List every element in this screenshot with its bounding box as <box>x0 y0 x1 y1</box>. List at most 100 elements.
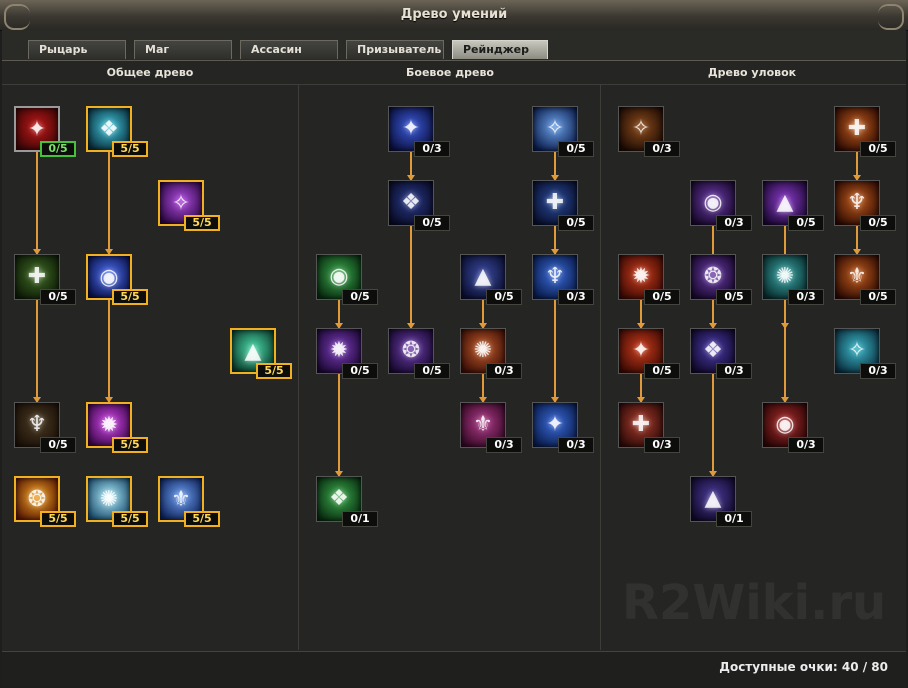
skill-level-t10: 0/5 <box>644 363 680 379</box>
skill-connector <box>551 300 559 403</box>
skill-tree-window: Древо умений Рыцарь Маг Ассасин Призыват… <box>0 0 908 688</box>
skill-level-g11: 5/5 <box>184 511 220 527</box>
column-divider <box>298 85 299 650</box>
teal-orb-icon: ✺ <box>775 264 795 289</box>
header-divider <box>2 84 906 85</box>
watermark: R2Wiki.ru <box>622 575 887 631</box>
skill-level-c6: 0/5 <box>486 289 522 305</box>
green-cross-icon: ✚ <box>27 264 47 289</box>
bow-fire-icon: ✚ <box>847 116 867 141</box>
skill-connector <box>33 152 41 255</box>
violet-crest3-icon: ▲ <box>704 486 722 511</box>
skill-level-g3: 5/5 <box>184 215 220 231</box>
skill-level-t1: 0/3 <box>644 141 680 157</box>
green-anvil-icon: ▲ <box>244 339 262 364</box>
blue-spear-icon: ♆ <box>545 264 565 289</box>
skill-level-t11: 0/3 <box>716 363 752 379</box>
red-claw-icon: ◉ <box>775 412 795 437</box>
green-orb-icon: ◉ <box>329 264 349 289</box>
skill-connector <box>709 374 717 477</box>
skill-level-c7: 0/3 <box>558 289 594 305</box>
column-divider <box>600 85 601 650</box>
skill-level-c12: 0/3 <box>558 437 594 453</box>
skill-level-g10: 5/5 <box>112 511 148 527</box>
blue-burst-icon: ✦ <box>401 116 421 141</box>
blue-sigil-icon: ❖ <box>401 190 421 215</box>
skill-connector <box>335 374 343 477</box>
skill-connector <box>781 300 789 403</box>
skill-connector <box>551 226 559 255</box>
cyan-figure-icon: ❖ <box>99 117 119 142</box>
skill-level-g7: 0/5 <box>40 437 76 453</box>
tab-summoner[interactable]: Призыватель <box>346 40 444 59</box>
skill-level-g1: 0/5 <box>40 141 76 157</box>
class-tabs: Рыцарь Маг Ассасин Призыватель Рейнджер <box>2 30 906 61</box>
blue-spear2-icon: ✦ <box>545 412 565 437</box>
skill-level-g9: 5/5 <box>40 511 76 527</box>
bow-fire2-icon: ♆ <box>847 190 867 215</box>
skill-connector <box>33 300 41 403</box>
window-title: Древо умений <box>400 7 508 22</box>
fire-emblem-icon: ❂ <box>27 487 47 512</box>
bow-fire3-icon: ⚜ <box>847 264 867 289</box>
orange-tree-icon: ✺ <box>473 338 493 363</box>
skill-level-g4: 0/5 <box>40 289 76 305</box>
tab-knight[interactable]: Рыцарь <box>28 40 126 59</box>
skill-connector <box>479 300 487 329</box>
red-arrow-icon: ✹ <box>631 264 651 289</box>
skill-level-t9: 0/5 <box>860 289 896 305</box>
pink-orb-icon: ✹ <box>99 413 119 438</box>
skill-level-t7: 0/5 <box>716 289 752 305</box>
blue-tree-icon: ▲ <box>474 264 492 289</box>
violet-crest2-icon: ❖ <box>703 338 723 363</box>
skill-connector <box>479 374 487 403</box>
violet-orb-icon: ❂ <box>703 264 723 289</box>
title-bar[interactable]: Древо умений <box>0 0 908 31</box>
tricks-tree-title: Древо уловок <box>707 66 797 79</box>
skill-level-t12: 0/3 <box>860 363 896 379</box>
green-orb2-icon: ❖ <box>329 486 349 511</box>
skill-level-g8: 5/5 <box>112 437 148 453</box>
skill-level-t2: 0/5 <box>860 141 896 157</box>
boot-icon: ✧ <box>631 116 651 141</box>
violet-rune-icon: ✹ <box>329 338 349 363</box>
red-figure-icon: ✦ <box>27 117 47 142</box>
tab-mage[interactable]: Маг <box>134 40 232 59</box>
skill-level-t5: 0/5 <box>860 215 896 231</box>
violet-crest-icon: ◉ <box>703 190 723 215</box>
red-arrow3-icon: ✚ <box>631 412 651 437</box>
skill-level-t4: 0/5 <box>788 215 824 231</box>
blue-orb-icon: ◉ <box>99 265 119 290</box>
pink-tree-icon: ⚜ <box>473 412 493 437</box>
red-cross-icon: ♆ <box>27 412 47 437</box>
skill-level-t6: 0/5 <box>644 289 680 305</box>
tab-ranger[interactable]: Рейнджер <box>452 40 548 59</box>
skill-level-c13: 0/1 <box>342 511 378 527</box>
blue-arrows-icon: ✧ <box>545 116 565 141</box>
skill-connector <box>105 300 113 403</box>
tab-assassin[interactable]: Ассасин <box>240 40 338 59</box>
skill-level-c10: 0/3 <box>486 363 522 379</box>
skill-level-c11: 0/3 <box>486 437 522 453</box>
skill-level-c9: 0/5 <box>414 363 450 379</box>
skill-connector <box>853 226 861 255</box>
violet-claw-icon: ▲ <box>776 190 794 215</box>
purple-figure-icon: ✧ <box>171 191 191 216</box>
skill-connector <box>551 152 559 181</box>
skill-level-c5: 0/5 <box>342 289 378 305</box>
skill-level-c2: 0/5 <box>414 215 450 231</box>
beast-head-icon: ✚ <box>545 190 565 215</box>
skill-level-c8: 0/5 <box>342 363 378 379</box>
ice-emblem-icon: ✺ <box>99 487 119 512</box>
available-points: Доступные очки: 40 / 80 <box>719 660 888 674</box>
skill-connector <box>335 300 343 329</box>
skill-level-c1: 0/3 <box>414 141 450 157</box>
skill-level-t8: 0/3 <box>788 289 824 305</box>
skill-level-t3: 0/3 <box>716 215 752 231</box>
skill-connector <box>853 152 861 181</box>
skill-connector <box>637 300 645 329</box>
skill-level-g5: 5/5 <box>112 289 148 305</box>
skill-level-c3: 0/5 <box>558 141 594 157</box>
skill-level-t15: 0/1 <box>716 511 752 527</box>
skill-level-t13: 0/3 <box>644 437 680 453</box>
